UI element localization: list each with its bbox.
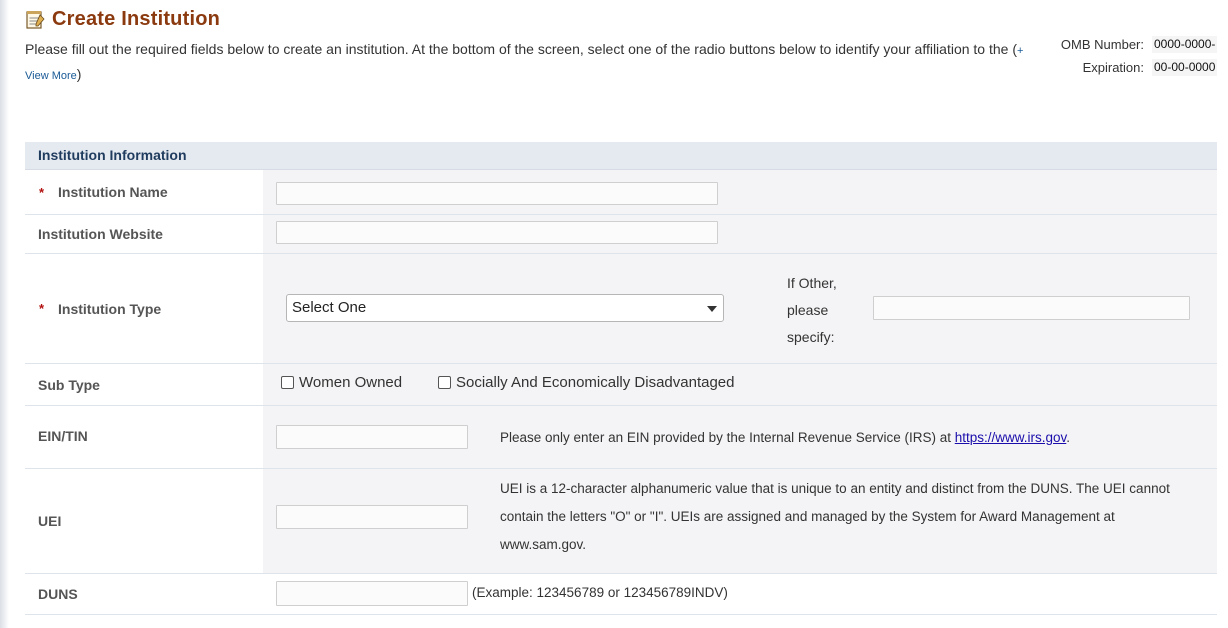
omb-number-value: 0000-0000- <box>1152 36 1218 53</box>
institution-type-select[interactable]: Select One <box>286 294 724 322</box>
institution-form: Institution Information * Institution Na… <box>25 142 1217 615</box>
duns-example: (Example: 123456789 or 123456789INDV) <box>472 585 728 600</box>
expiration-label: Expiration: <box>1082 60 1144 75</box>
row-institution-name: * Institution Name <box>25 170 1217 215</box>
women-owned-label: Women Owned <box>299 374 403 391</box>
duns-label: DUNS <box>38 586 78 602</box>
intro-close: ) <box>76 66 82 82</box>
row-institution-type: * Institution Type Select One If Other, … <box>25 254 1217 364</box>
page-header: Create Institution <box>25 6 220 32</box>
disadvantaged-checkbox[interactable] <box>438 376 451 389</box>
sub-type-label: Sub Type <box>38 376 100 393</box>
institution-type-label: Institution Type <box>58 300 162 317</box>
other-specify-input[interactable] <box>873 296 1190 320</box>
institution-website-label: Institution Website <box>38 226 163 242</box>
women-owned-checkbox[interactable] <box>281 376 294 389</box>
uei-help: UEI is a 12-character alphanumeric value… <box>500 481 1170 552</box>
caret-down-icon <box>707 306 717 312</box>
section-title: Institution Information <box>25 142 1217 170</box>
intro-body: Please fill out the required fields belo… <box>25 41 1017 57</box>
expiration-value: 00-00-0000 <box>1152 59 1218 76</box>
ein-help: Please only enter an EIN provided by the… <box>500 430 1071 445</box>
row-duns: DUNS (Example: 123456789 or 123456789IND… <box>25 574 1217 615</box>
intro-text: Please fill out the required fields belo… <box>25 38 1045 88</box>
required-icon: * <box>39 184 45 200</box>
institution-website-input[interactable] <box>276 221 718 244</box>
ein-input[interactable] <box>276 425 468 449</box>
institution-name-input[interactable] <box>276 182 718 205</box>
uei-input[interactable] <box>276 505 468 529</box>
omb-number-label: OMB Number: <box>1060 37 1144 52</box>
omb-info: OMB Number: 0000-0000- Expiration: 00-00… <box>1040 36 1228 82</box>
uei-label: UEI <box>38 513 62 529</box>
required-icon: * <box>39 301 45 316</box>
other-specify-label: If Other, please specify: <box>787 275 837 345</box>
ein-label: EIN/TIN <box>38 428 88 444</box>
row-institution-website: Institution Website <box>25 215 1217 254</box>
row-sub-type: Sub Type Women Owned Socially And Econom… <box>25 364 1217 406</box>
disadvantaged-label: Socially And Economically Disadvantaged <box>456 374 735 391</box>
women-owned-option[interactable]: Women Owned <box>281 374 402 391</box>
row-uei: UEI UEI is a 12-character alphanumeric v… <box>25 469 1217 574</box>
institution-name-label: Institution Name <box>58 184 168 200</box>
institution-type-selected: Select One <box>292 299 367 316</box>
notepad-icon <box>25 9 45 29</box>
page-title: Create Institution <box>52 7 221 30</box>
row-ein: EIN/TIN Please only enter an EIN provide… <box>25 406 1217 469</box>
disadvantaged-option[interactable]: Socially And Economically Disadvantaged <box>438 374 735 391</box>
duns-input[interactable] <box>276 581 468 606</box>
left-edge-border <box>0 0 9 628</box>
irs-link[interactable]: https://www.irs.gov <box>955 430 1067 445</box>
